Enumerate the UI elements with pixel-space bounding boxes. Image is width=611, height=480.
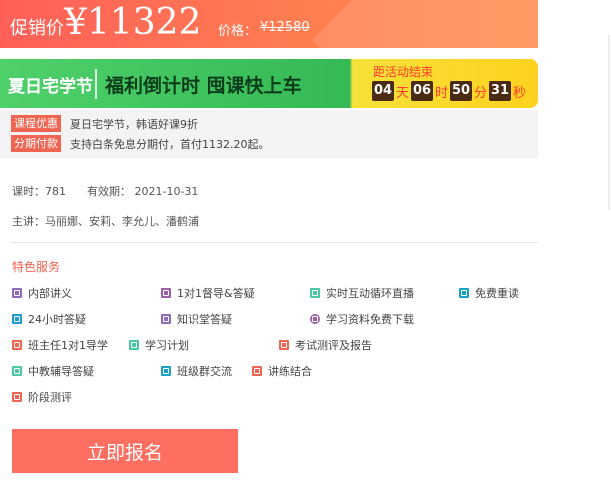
service-item: 24小时答疑 [12, 311, 86, 327]
countdown-days: 04 [372, 81, 394, 101]
24h-icon [12, 314, 22, 324]
service-item: 中教辅导答疑 [12, 363, 94, 379]
promo-slogan: 福利倒计时 囤课快上车 [105, 75, 302, 97]
service-item: 内部讲义 [12, 285, 72, 301]
countdown-seconds: 31 [489, 81, 512, 101]
countdown-seconds-unit: 秒 [513, 85, 527, 101]
report-icon [279, 340, 289, 350]
practice-icon [252, 366, 262, 376]
countdown-timer: 04 天 06 时 50 分 31 秒 [372, 81, 528, 101]
installment-text: 支持白条免息分期付，首付1132.20起。 [70, 137, 270, 151]
discount-tag: 课程优惠 [11, 115, 61, 132]
service-label: 中教辅导答疑 [28, 365, 94, 378]
countdown-minutes: 50 [450, 81, 473, 101]
teacher-icon [12, 340, 22, 350]
discount-row: 课程优惠 夏日宅学节，韩语好课9折 [11, 115, 198, 132]
countdown-days-unit: 天 [396, 85, 410, 101]
promo-price-label: 促销价 [10, 18, 64, 39]
service-label: 学习计划 [145, 339, 189, 352]
plan-icon [129, 340, 139, 350]
service-label: 讲练结合 [268, 365, 312, 378]
original-price-value: ¥12580 [260, 20, 310, 35]
section-divider [11, 242, 538, 243]
download-icon [310, 314, 320, 324]
service-item: 考试测评及报告 [279, 337, 372, 353]
course-hours: 课时：781 [12, 185, 66, 198]
service-item: 学习资料免费下载 [310, 311, 414, 327]
assessment-icon [12, 392, 22, 402]
banner-decoration [312, 0, 538, 48]
course-validity: 有效期： 2021-10-31 [87, 185, 199, 198]
installment-tag: 分期付款 [11, 135, 61, 152]
service-label: 实时互动循环直播 [326, 287, 414, 300]
service-label: 班级群交流 [177, 365, 232, 378]
service-label: 24小时答疑 [28, 313, 86, 326]
knowledge-icon [161, 314, 171, 324]
promo-banner[interactable]: 夏日宅学节 福利倒计时 囤课快上车 距活动结束 04 天 06 时 50 分 3… [0, 59, 538, 108]
service-item: 讲练结合 [252, 363, 312, 379]
countdown-hours-unit: 时 [435, 85, 449, 101]
promo-divider [95, 69, 97, 99]
scrollbar-track[interactable] [608, 35, 610, 210]
enroll-button[interactable]: 立即报名 [12, 429, 238, 473]
countdown-title: 距活动结束 [373, 65, 434, 79]
countdown-minutes-unit: 分 [474, 85, 488, 101]
promo-price-value: ¥11322 [64, 2, 202, 43]
price-banner: 促销价 ¥11322 价格： ¥12580 [0, 0, 538, 48]
service-item: 学习计划 [129, 337, 189, 353]
promo-festival-tag: 夏日宅学节 [8, 77, 93, 97]
service-label: 班主任1对1导学 [28, 339, 108, 352]
tutor-icon [12, 366, 22, 376]
course-teachers: 主讲：马丽娜、安莉、李允儿、潘鹤浦 [12, 215, 199, 228]
live-icon [310, 288, 320, 298]
service-label: 知识堂答疑 [177, 313, 232, 326]
service-item: 阶段测评 [12, 389, 72, 405]
service-item: 1对1督导&答疑 [161, 285, 255, 301]
service-label: 考试测评及报告 [295, 339, 372, 352]
handout-icon [12, 288, 22, 298]
group-chat-icon [161, 366, 171, 376]
countdown-hours: 06 [411, 81, 434, 101]
service-label: 1对1督导&答疑 [177, 287, 255, 300]
service-item: 免费重读 [459, 285, 519, 301]
service-label: 内部讲义 [28, 287, 72, 300]
discount-panel: 课程优惠 夏日宅学节，韩语好课9折 分期付款 支持白条免息分期付，首付1132.… [0, 110, 538, 158]
service-item: 班级群交流 [161, 363, 232, 379]
service-item: 实时互动循环直播 [310, 285, 414, 301]
service-label: 阶段测评 [28, 391, 72, 404]
star-icon [459, 288, 469, 298]
service-label: 免费重读 [475, 287, 519, 300]
service-label: 学习资料免费下载 [326, 313, 414, 326]
installment-row: 分期付款 支持白条免息分期付，首付1132.20起。 [11, 135, 270, 152]
discount-text: 夏日宅学节，韩语好课9折 [70, 117, 198, 131]
original-price-label: 价格： [218, 24, 258, 39]
services-title: 特色服务 [12, 260, 61, 274]
mentor-icon [161, 288, 171, 298]
service-item: 知识堂答疑 [161, 311, 232, 327]
service-item: 班主任1对1导学 [12, 337, 108, 353]
